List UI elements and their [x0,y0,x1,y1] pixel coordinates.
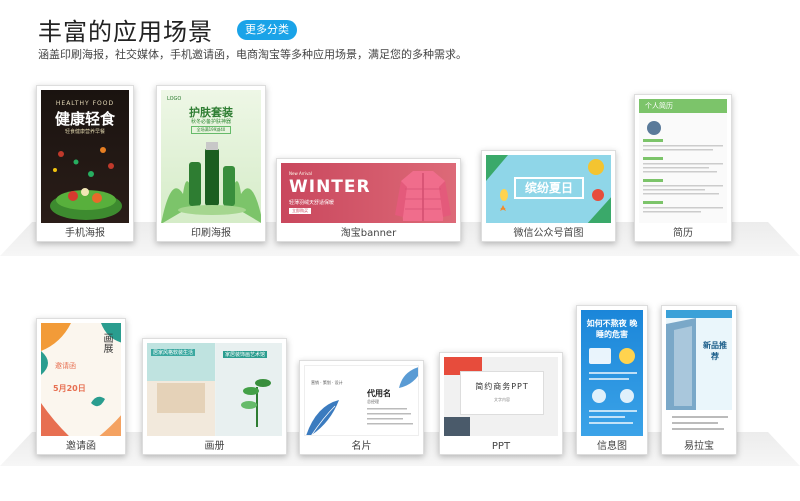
card-label: 画册 [204,441,225,452]
mobile-poster-thumbnail: HEALTHY FOOD 健康轻食 轻食健康营养早餐 [41,90,129,223]
thumb-title: WINTER [289,177,371,197]
thumb-text: 文字内容 [494,397,510,402]
thumb-text: 居家风格软装生活 [151,349,196,356]
taobao-banner-thumbnail: New Arrival WINTER 轻薄羽绒天舒适保暖 立即购买 [281,163,456,223]
thumb-text: HEALTHY FOOD [55,100,115,107]
thumb-text: 营销 · 策划 · 设计 [311,380,343,385]
ppt-thumbnail: 简约商务PPT 文字内容 [444,357,558,436]
thumb-text: 轻食健康营养早餐 [64,129,105,135]
card-label: 名片 [351,441,372,452]
template-card-resume[interactable]: 个人简历 简历 [634,94,732,242]
thumb-title: 新品推荐 [703,341,727,361]
invitation-thumbnail: 画展 邀请函 5月20日 [41,323,121,436]
thumb-text: 家居装饰画艺术馆 [223,351,268,358]
thumb-text: 立即购买 [289,208,311,214]
thumb-text: New Arrival [289,171,312,176]
more-categories-button[interactable]: 更多分类 [237,19,297,40]
card-label: PPT [491,441,511,452]
template-card-brochure[interactable]: 居家风格软装生活 家居装饰画艺术馆 画册 [142,338,287,455]
contact-lines [367,408,413,425]
template-card-infographic[interactable]: 如何不熬夜 晚睡的危害 信息图 [576,305,648,455]
cosmetics-illustration [161,142,261,223]
avatar [647,121,661,135]
card-label: 淘宝banner [340,228,397,239]
thumb-text: 邀请函 [55,362,76,370]
thumb-title: 个人简历 [645,102,673,110]
thumb-text: 秋冬必备护肤神器 [190,119,231,125]
template-card-business-card[interactable]: 营销 · 策划 · 设计 代用名 总经理 名片 [299,360,424,455]
print-poster-thumbnail: LOGO 护肤套装 秋冬必备护肤神器 全场满199减40 [161,90,261,223]
card-label: 简历 [673,228,693,239]
brochure-thumbnail: 居家风格软装生活 家居装饰画艺术馆 [147,343,282,436]
plant-illustration [241,379,271,427]
jacket-illustration [395,171,451,221]
template-card-ppt[interactable]: 简约商务PPT 文字内容 PPT [439,352,563,455]
page-title: 丰富的应用场景 [38,18,213,46]
thumb-title: 简约商务PPT [475,382,529,391]
business-card-thumbnail: 营销 · 策划 · 设计 代用名 总经理 [304,365,419,436]
thumb-text: 轻薄羽绒天舒适保暖 [289,200,335,206]
infographic-thumbnail: 如何不熬夜 晚睡的危害 [581,310,643,436]
thumb-text: 全场满199减40 [191,126,231,134]
thumb-title: 健康轻食 [54,110,115,128]
rollup-banner-thumbnail: 新品推荐 [666,310,732,436]
thumb-text: 5月20日 [53,384,86,393]
thumb-title: 画展 [101,333,112,353]
card-label: 易拉宝 [684,441,714,452]
header: 丰富的应用场景 更多分类 [38,12,297,47]
leaf-illustration [399,367,418,388]
thumb-title: 缤纷夏日 [514,177,584,199]
card-label: 手机海报 [65,228,105,239]
resume-lines [643,139,723,213]
card-label: 印刷海报 [191,228,231,239]
template-card-print-poster[interactable]: LOGO 护肤套装 秋冬必备护肤神器 全场满199减40 印刷海报 [156,85,266,242]
thumb-text: LOGO [167,96,182,102]
wechat-cover-thumbnail: 缤纷夏日 [486,155,611,223]
template-card-invitation[interactable]: 画展 邀请函 5月20日 邀请函 [36,318,126,455]
card-label: 微信公众号首图 [513,228,584,239]
page-subtitle: 涵盖印刷海报，社交媒体，手机邀请函，电商淘宝等多种应用场景，满足您的多种需求。 [38,48,467,61]
template-card-rollup-banner[interactable]: 新品推荐 易拉宝 [661,305,737,455]
leaf-illustration [306,400,339,435]
thumb-text: 代用名 [367,389,391,398]
card-label: 信息图 [597,441,627,452]
resume-thumbnail: 个人简历 [639,99,727,223]
building-illustration [666,310,732,436]
template-card-wechat-cover[interactable]: 缤纷夏日 微信公众号首图 [481,150,616,242]
template-card-mobile-poster[interactable]: HEALTHY FOOD 健康轻食 轻食健康营养早餐 手机海报 [36,85,134,242]
infographic-icons [589,348,637,424]
card-label: 邀请函 [66,441,96,452]
thumb-title: 如何不熬夜 晚睡的危害 [586,319,638,339]
thumb-text: 总经理 [367,399,379,404]
template-card-taobao-banner[interactable]: New Arrival WINTER 轻薄羽绒天舒适保暖 立即购买 淘宝bann… [276,158,461,242]
salad-illustration [50,147,122,220]
